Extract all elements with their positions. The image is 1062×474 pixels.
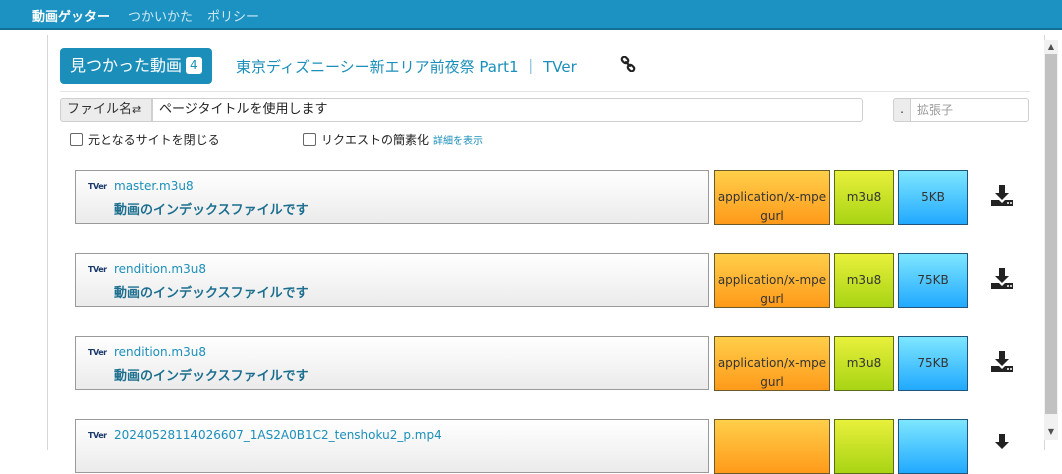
vertical-scrollbar[interactable]: ▲ ▼ — [1044, 40, 1058, 440]
chain-link-icon[interactable] — [620, 56, 636, 72]
found-videos-label: 見つかった動画 — [70, 56, 183, 75]
size-badge: 5KB — [898, 170, 968, 225]
app-brand[interactable]: 動画ゲッター — [32, 6, 110, 25]
extension-badge: m3u8 — [834, 253, 894, 308]
file-info-box[interactable]: TVer 20240528114026607_1AS2A0B1C2_tensho… — [75, 419, 709, 473]
file-row: TVer 20240528114026607_1AS2A0B1C2_tensho… — [75, 419, 1039, 474]
download-icon[interactable] — [990, 266, 1014, 290]
file-name[interactable]: rendition.m3u8 — [114, 345, 206, 359]
top-navbar: 動画ゲッター つかいかた ポリシー — [0, 0, 1062, 30]
file-row: TVer rendition.m3u8 動画のインデックスファイルです appl… — [75, 336, 1039, 391]
mime-type-badge: application/x-mpegurl — [714, 253, 830, 308]
close-site-checkbox[interactable] — [70, 133, 83, 146]
close-site-label: 元となるサイトを閉じる — [88, 133, 220, 147]
nav-link-howto[interactable]: つかいかた — [128, 6, 193, 25]
extension-input[interactable]: 拡張子 — [910, 98, 1029, 122]
found-videos-button[interactable]: 見つかった動画 4 — [60, 48, 212, 84]
header-divider — [60, 91, 1030, 92]
tver-site-icon: TVer — [88, 265, 107, 274]
nav-link-policy[interactable]: ポリシー — [207, 6, 259, 25]
file-info-box[interactable]: TVer rendition.m3u8 動画のインデックスファイルです — [75, 336, 709, 390]
file-name[interactable]: rendition.m3u8 — [114, 262, 206, 276]
scroll-down-icon[interactable]: ▼ — [1045, 426, 1057, 438]
extension-dot-label: . — [893, 98, 911, 122]
close-site-option[interactable]: 元となるサイトを閉じる — [70, 131, 220, 148]
scroll-up-icon[interactable]: ▲ — [1045, 41, 1057, 53]
mime-type-badge — [714, 419, 830, 474]
tver-site-icon: TVer — [88, 182, 107, 191]
scroll-thumb[interactable] — [1045, 54, 1057, 414]
size-badge: 75KB — [898, 336, 968, 391]
show-details-link[interactable]: 詳細を表示 — [433, 136, 483, 147]
file-name[interactable]: 20240528114026607_1AS2A0B1C2_tenshoku2_p… — [114, 428, 442, 442]
filename-input[interactable]: ページタイトルを使用します — [152, 98, 863, 122]
file-info-box[interactable]: TVer master.m3u8 動画のインデックスファイルです — [75, 170, 709, 224]
file-description: 動画のインデックスファイルです — [114, 203, 309, 218]
download-icon[interactable] — [990, 183, 1014, 207]
mime-type-badge: application/x-mpegurl — [714, 336, 830, 391]
file-name[interactable]: master.m3u8 — [114, 179, 194, 193]
swap-arrows-icon[interactable]: ⇄ — [132, 103, 141, 116]
simplify-request-label: リクエストの簡素化 — [321, 133, 430, 147]
found-count-badge: 4 — [186, 57, 202, 74]
tver-site-icon: TVer — [88, 348, 107, 357]
file-row: TVer rendition.m3u8 動画のインデックスファイルです appl… — [75, 253, 1039, 308]
file-description: 動画のインデックスファイルです — [114, 286, 309, 301]
file-info-box[interactable]: TVer rendition.m3u8 動画のインデックスファイルです — [75, 253, 709, 307]
simplify-request-checkbox[interactable] — [303, 133, 316, 146]
file-description: 動画のインデックスファイルです — [114, 369, 309, 384]
extension-badge: m3u8 — [834, 170, 894, 225]
mime-type-badge: application/x-mpegurl — [714, 170, 830, 225]
extension-badge — [834, 419, 894, 474]
page-title-link[interactable]: 東京ディズニーシー新エリア前夜祭 Part1 ｜ TVer — [236, 56, 577, 77]
simplify-request-option[interactable]: リクエストの簡素化 詳細を表示 — [303, 131, 483, 148]
size-badge: 75KB — [898, 253, 968, 308]
size-badge — [898, 419, 968, 474]
download-icon[interactable] — [990, 432, 1014, 456]
tver-site-icon: TVer — [88, 431, 107, 440]
download-icon[interactable] — [990, 349, 1014, 373]
extension-badge: m3u8 — [834, 336, 894, 391]
file-row: TVer master.m3u8 動画のインデックスファイルです applica… — [75, 170, 1039, 225]
